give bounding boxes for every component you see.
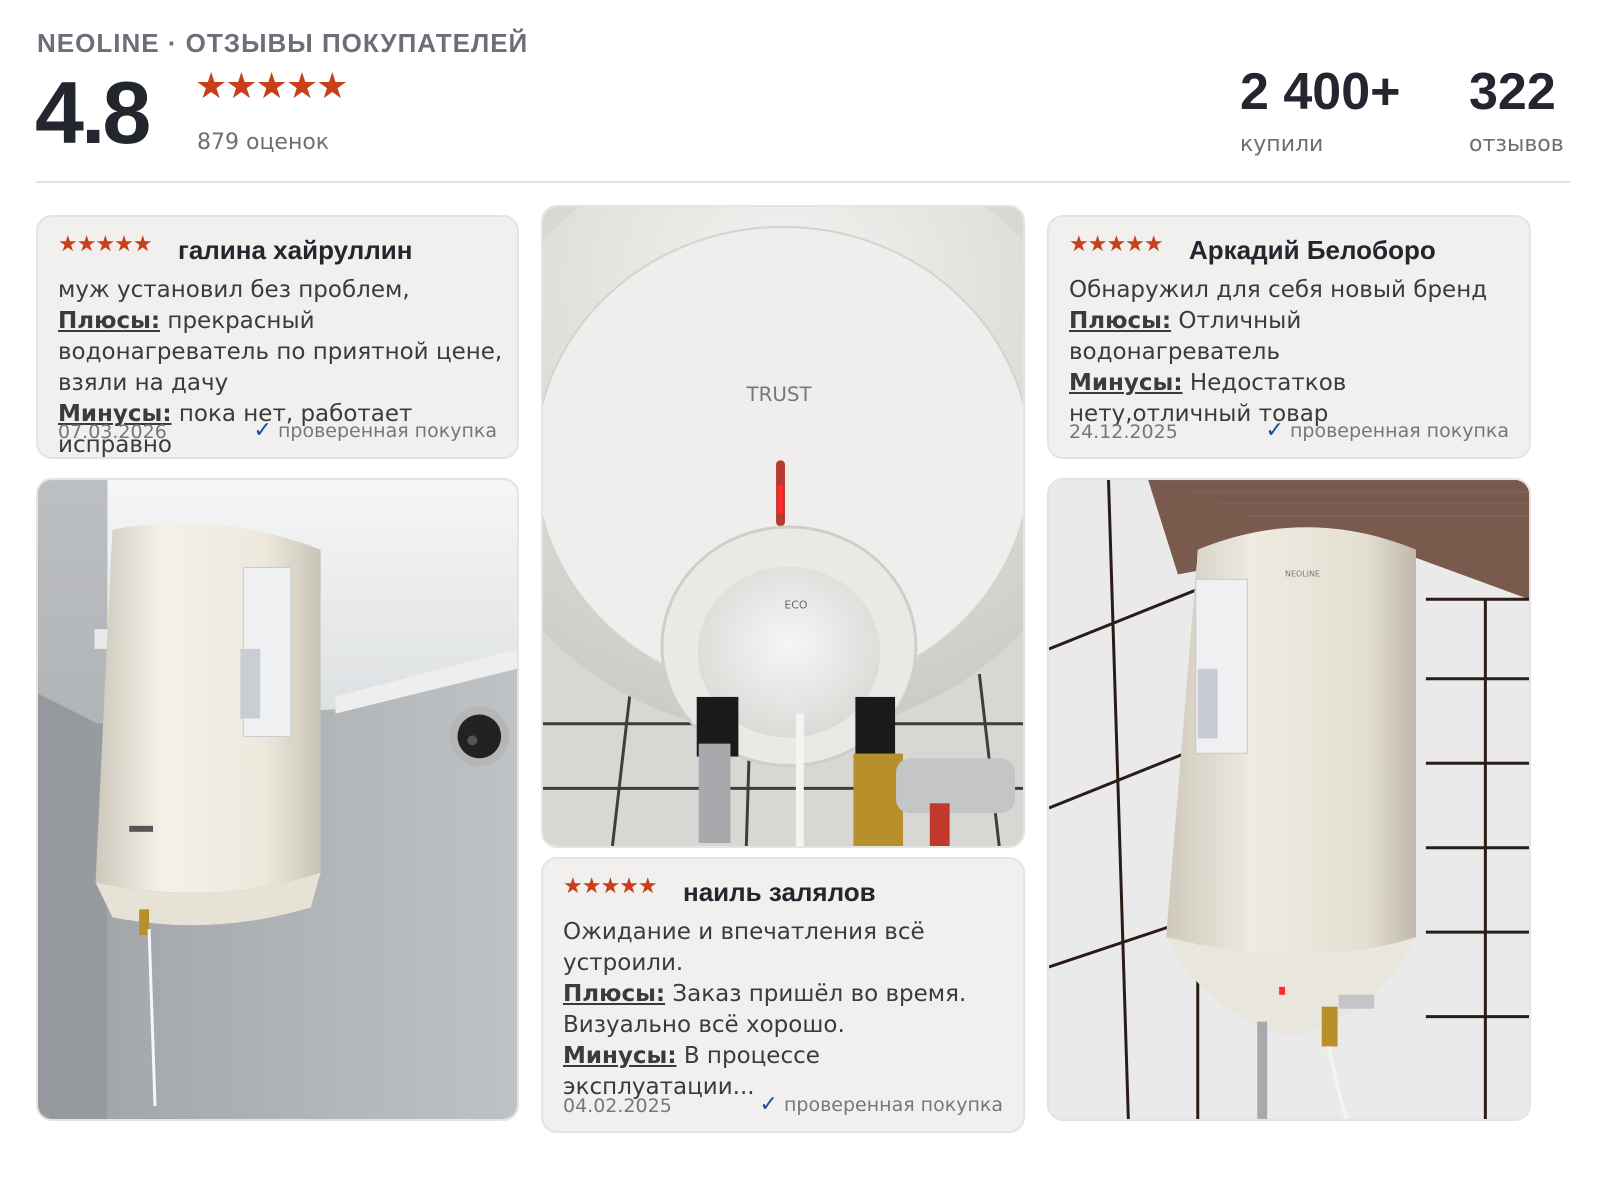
- review-date: 24.12.2025: [1069, 421, 1178, 443]
- review-card[interactable]: ★★★★★ наиль залялов Ожидание и впечатлен…: [541, 857, 1025, 1133]
- brand-title: NEOLINE · ОТЗЫВЫ ПОКУПАТЕЛЕЙ: [37, 28, 529, 58]
- reviews-header: NEOLINE · ОТЗЫВЫ ПОКУПАТЕЛЕЙ 4.8 ★★★★★ 8…: [35, 24, 1570, 184]
- verified-label: проверенная покупка: [1289, 420, 1509, 442]
- verified-label: проверенная покупка: [783, 1094, 1003, 1116]
- bought-value: 2 400+: [1240, 63, 1401, 121]
- review-card[interactable]: ★★★★★ галина хайруллин муж установил без…: [36, 215, 519, 459]
- review-photo-middle[interactable]: TRUST ECO: [541, 205, 1025, 848]
- verified-purchase: ✓ проверенная покупка: [254, 418, 497, 443]
- pros-label: Плюсы:: [563, 981, 666, 1007]
- review-comment: Ожидание и впечатления всё устроили.: [563, 919, 925, 976]
- brand-logo-text: NEOLINE: [1285, 569, 1320, 578]
- water-heater-photo: [38, 480, 517, 1119]
- verified-purchase: ✓ проверенная покупка: [760, 1092, 1003, 1117]
- checkmark-icon: ✓: [759, 1092, 778, 1117]
- review-author: галина хайруллин: [178, 235, 413, 265]
- cons-label: Минусы:: [563, 1043, 677, 1069]
- review-text: Обнаружил для себя новый бренд Плюсы: От…: [1069, 275, 1515, 430]
- water-heater-tiled-wall-photo: NEOLINE: [1049, 480, 1529, 1119]
- review-text: Ожидание и впечатления всё устроили. Плю…: [563, 917, 1009, 1103]
- review-card[interactable]: ★★★★★ Аркадий Белоборо Обнаружил для себ…: [1047, 215, 1531, 459]
- review-stars: ★★★★★: [58, 232, 153, 257]
- review-stars: ★★★★★: [1069, 232, 1164, 257]
- water-heater-closeup-photo: TRUST ECO: [543, 207, 1023, 846]
- brand-logo-text: TRUST: [745, 383, 812, 406]
- review-date: 07.03.2026: [58, 421, 167, 443]
- pros-label: Плюсы:: [1069, 308, 1172, 334]
- review-photo-right[interactable]: NEOLINE: [1047, 478, 1531, 1121]
- checkmark-icon: ✓: [1265, 418, 1284, 443]
- stat-bought: 2 400+ купили: [1240, 66, 1401, 157]
- review-stars: ★★★★★: [563, 874, 658, 899]
- pros-label: Плюсы:: [58, 308, 161, 334]
- stat-reviews: 322 отзывов: [1469, 66, 1564, 157]
- reviews-value: 322: [1469, 63, 1556, 121]
- verified-label: проверенная покупка: [277, 420, 497, 442]
- header-divider: [36, 181, 1570, 183]
- review-author: наиль залялов: [683, 877, 876, 907]
- eco-label: ECO: [784, 598, 807, 611]
- bought-label: купили: [1240, 132, 1324, 157]
- review-date: 04.02.2025: [563, 1095, 672, 1117]
- cons-label: Минусы:: [1069, 370, 1183, 396]
- average-rating-stars: ★★★★★: [195, 66, 348, 107]
- review-photo-left[interactable]: [36, 478, 519, 1121]
- verified-purchase: ✓ проверенная покупка: [1266, 418, 1509, 443]
- average-rating: 4.8: [35, 63, 151, 162]
- checkmark-icon: ✓: [253, 418, 272, 443]
- review-author: Аркадий Белоборо: [1189, 235, 1436, 265]
- review-comment: Обнаружил для себя новый бренд: [1069, 277, 1488, 303]
- review-comment: муж установил без проблем,: [58, 277, 410, 303]
- ratings-count: 879 оценок: [197, 130, 330, 155]
- reviews-label: отзывов: [1469, 132, 1564, 157]
